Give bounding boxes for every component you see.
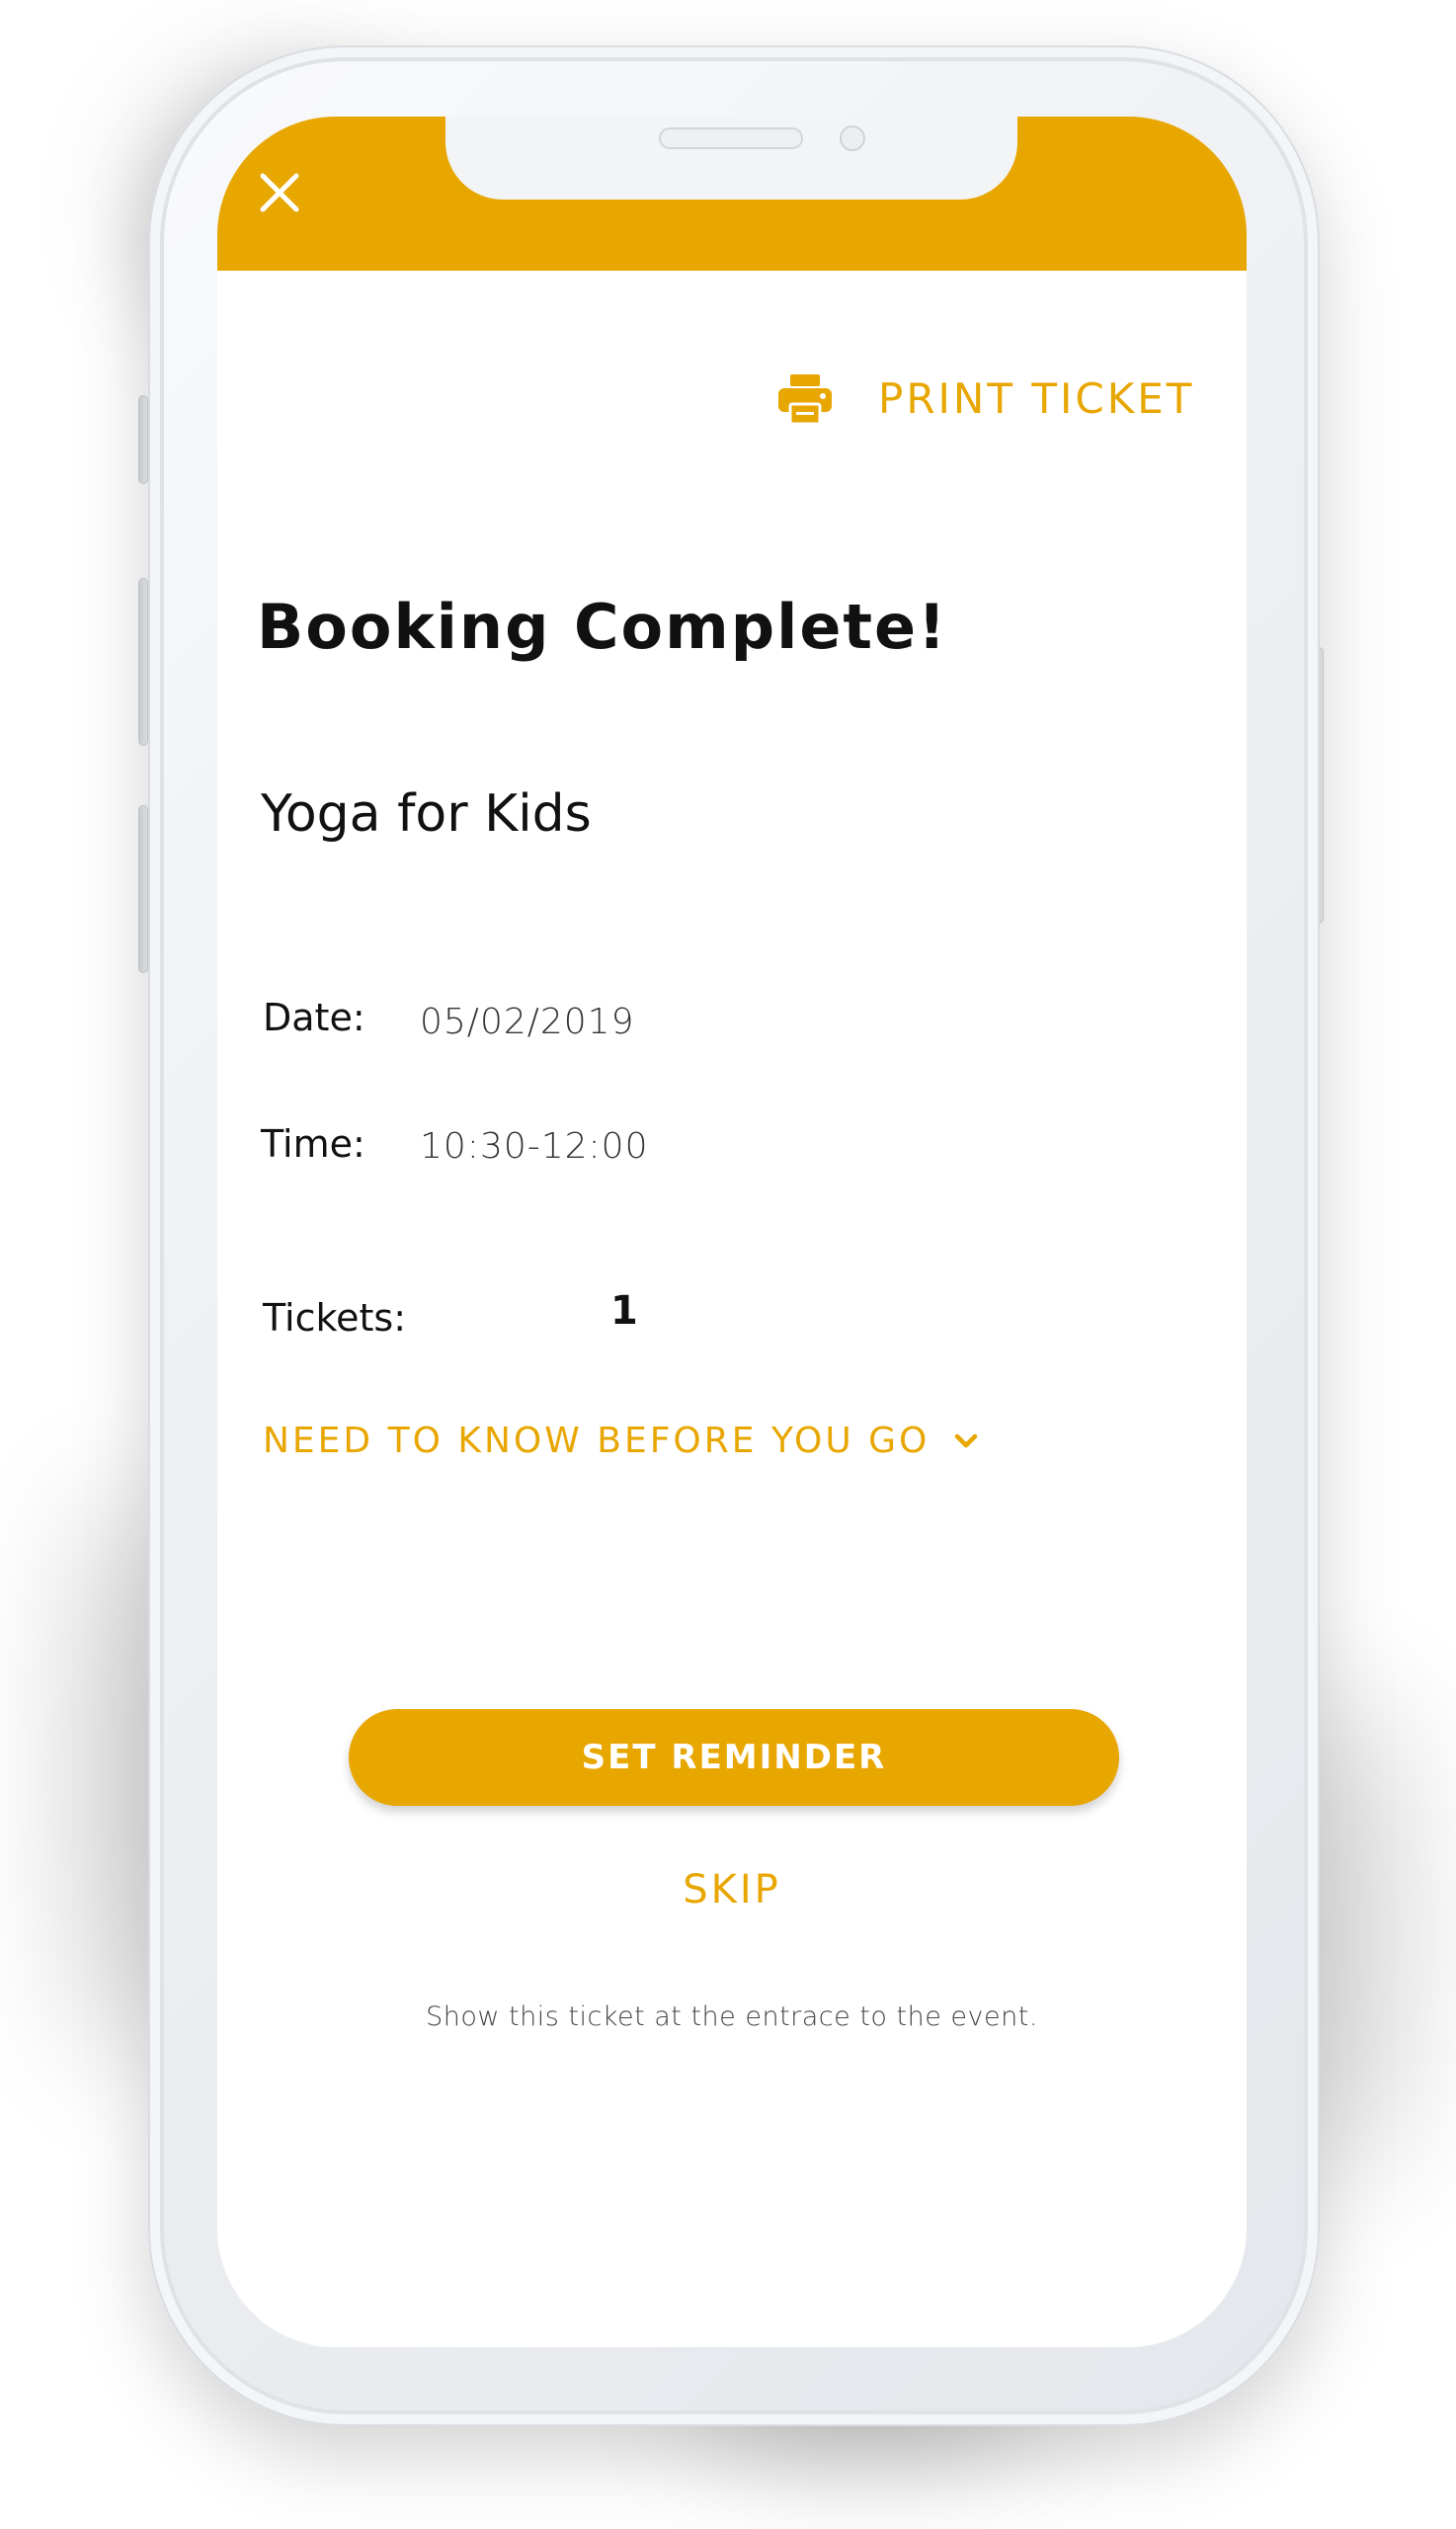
mute-switch <box>138 395 148 484</box>
volume-down-button <box>138 805 148 973</box>
tickets-label: Tickets: <box>263 1296 407 1340</box>
phone-notch <box>445 117 1017 200</box>
phone-screen: PRINT TICKET Booking Complete! Yoga for … <box>217 117 1247 2347</box>
event-name: Yoga for Kids <box>261 784 592 844</box>
print-ticket-button[interactable]: PRINT TICKET <box>775 366 1194 431</box>
print-ticket-label: PRINT TICKET <box>878 373 1195 423</box>
close-button[interactable] <box>255 168 304 217</box>
volume-up-button <box>138 578 148 746</box>
date-label: Date: <box>263 996 365 1039</box>
page-title: Booking Complete! <box>257 591 948 663</box>
front-camera <box>840 125 865 151</box>
tickets-count: 1 <box>610 1288 639 1334</box>
close-icon <box>260 173 299 212</box>
chevron-down-icon <box>955 1433 978 1447</box>
stage: PRINT TICKET Booking Complete! Yoga for … <box>0 0 1456 2529</box>
need-to-know-label: NEED TO KNOW BEFORE YOU GO <box>263 1421 930 1461</box>
skip-button[interactable]: SKIP <box>217 1867 1247 1913</box>
time-label: Time: <box>261 1122 365 1166</box>
footer-note: Show this ticket at the entrace to the e… <box>426 2001 1038 2032</box>
set-reminder-button[interactable]: SET REMINDER <box>349 1709 1119 1806</box>
date-value: 05/02/2019 <box>420 1002 635 1042</box>
time-value: 10:30-12:00 <box>420 1126 649 1167</box>
need-to-know-toggle[interactable]: NEED TO KNOW BEFORE YOU GO <box>263 1421 981 1461</box>
speaker-grille <box>659 127 803 149</box>
printer-icon <box>778 374 832 426</box>
